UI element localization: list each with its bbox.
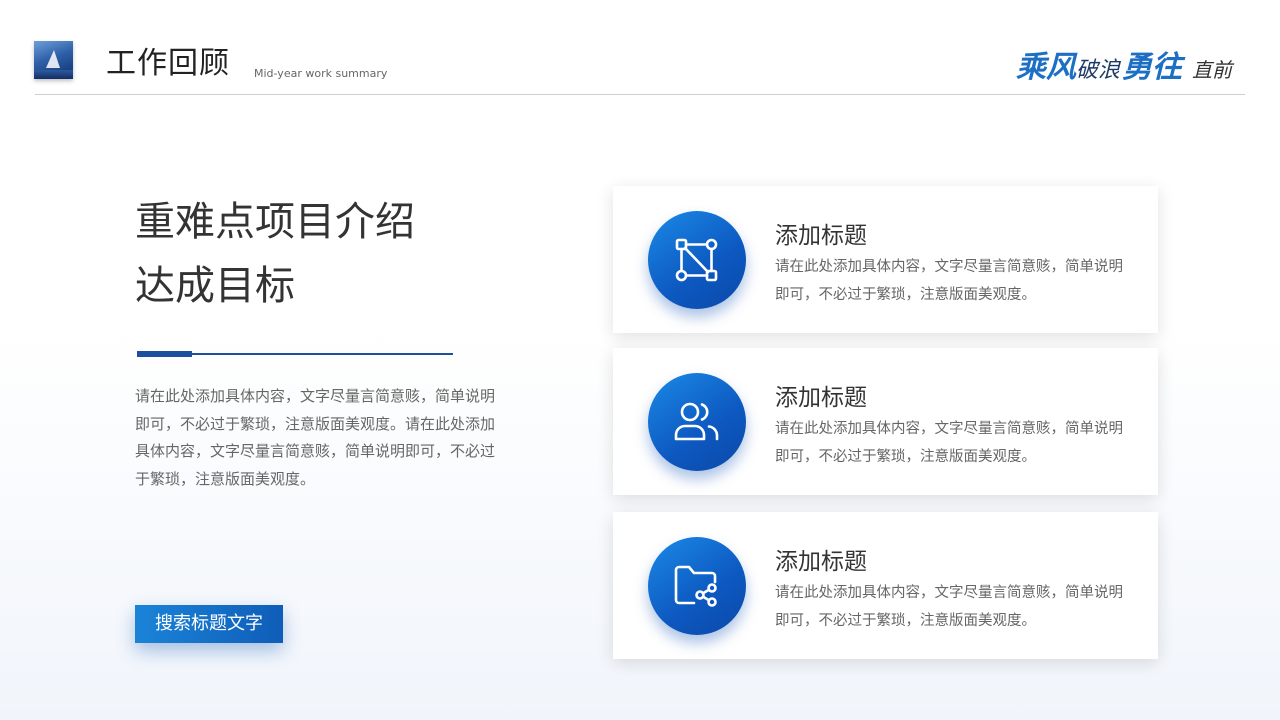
- slogan-part-4: 直前: [1192, 58, 1232, 82]
- search-title-button[interactable]: 搜索标题文字: [135, 605, 283, 643]
- card-title: 添加标题: [775, 549, 867, 575]
- card-icon-circle: [648, 537, 746, 635]
- slogan-part-3: 勇往: [1122, 50, 1182, 85]
- page-subtitle: Mid-year work summary: [254, 67, 388, 80]
- section-title-line-2: 达成目标: [135, 263, 295, 309]
- card-description: 请在此处添加具体内容，文字尽量言简意赅，简单说明即可，不必过于繁琐，注意版面美观…: [775, 585, 1123, 629]
- card-title: 添加标题: [775, 223, 867, 249]
- card-description: 请在此处添加具体内容，文字尽量言简意赅，简单说明即可，不必过于繁琐，注意版面美观…: [775, 421, 1123, 465]
- slogan-part-2: 破浪: [1075, 58, 1120, 83]
- folder-share-icon: [674, 565, 717, 607]
- header-divider: [35, 94, 1245, 95]
- card-description: 请在此处添加具体内容，文字尽量言简意赅，简单说明即可，不必过于繁琐，注意版面美观…: [775, 259, 1123, 303]
- card-icon-circle: [648, 373, 746, 471]
- section-title-line-1: 重难点项目介绍: [135, 199, 415, 245]
- slogan-part-1: 乘风: [1015, 50, 1076, 85]
- section-title: 重难点项目介绍 达成目标: [135, 190, 415, 318]
- content-card-3: 添加标题 请在此处添加具体内容，文字尽量言简意赅，简单说明即可，不必过于繁琐，注…: [613, 512, 1158, 659]
- header-logo-image: [34, 41, 73, 79]
- card-title: 添加标题: [775, 385, 867, 411]
- users-icon: [674, 402, 719, 441]
- slogan: 乘风 破浪 勇往 直前: [1016, 42, 1232, 85]
- content-card-2: 添加标题 请在此处添加具体内容，文字尽量言简意赅，简单说明即可，不必过于繁琐，注…: [613, 348, 1158, 495]
- connection-diagram-icon: [675, 238, 718, 282]
- page-title: 工作回顾: [106, 46, 230, 81]
- accent-line: [192, 353, 453, 355]
- section-description: 请在此处添加具体内容，文字尽量言简意赅，简单说明即可，不必过于繁琐，注意版面美观…: [135, 387, 496, 488]
- sea-shape: [34, 70, 73, 79]
- card-icon-circle: [648, 211, 746, 309]
- accent-bar: [137, 351, 192, 357]
- content-card-1: 添加标题 请在此处添加具体内容，文字尽量言简意赅，简单说明即可，不必过于繁琐，注…: [613, 186, 1158, 333]
- sailboat-shape: [46, 50, 60, 68]
